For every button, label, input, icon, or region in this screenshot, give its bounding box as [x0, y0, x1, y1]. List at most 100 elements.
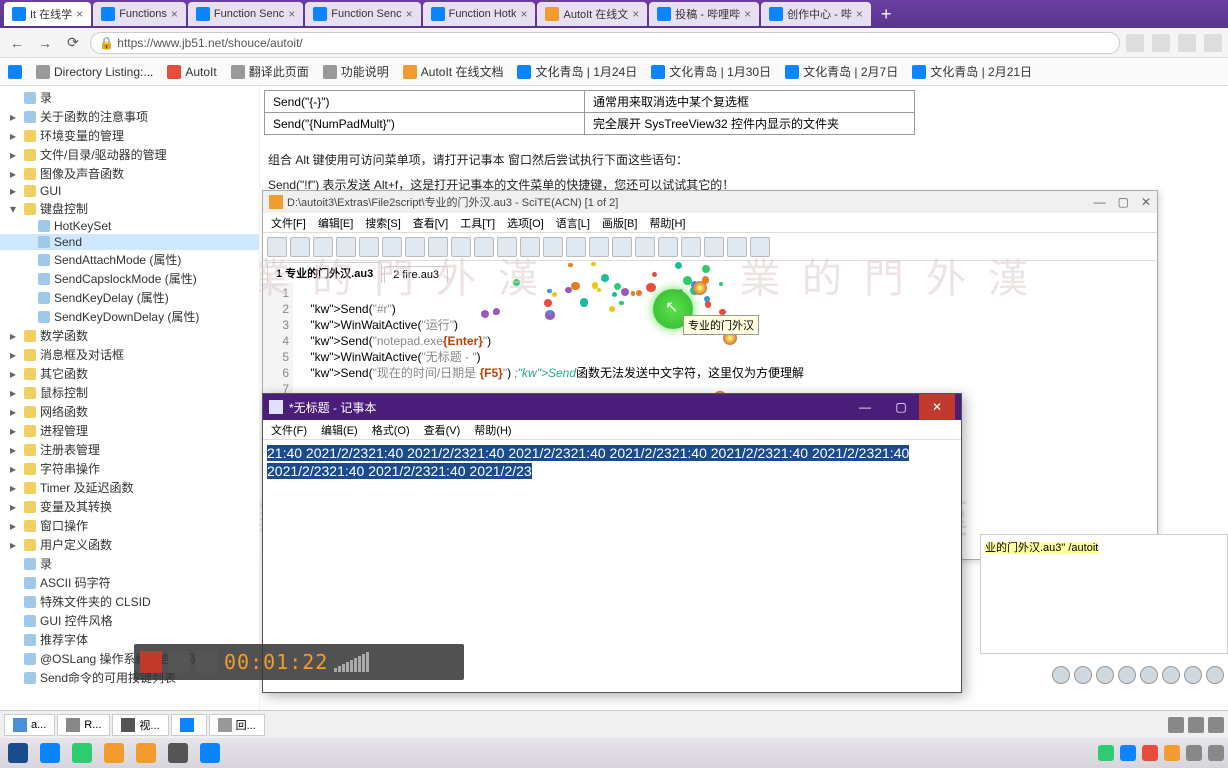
- minimize-button[interactable]: —: [847, 394, 883, 420]
- status-icon[interactable]: [1162, 666, 1180, 684]
- tree-item[interactable]: ▸变量及其转换: [0, 497, 259, 516]
- toolbar-button[interactable]: [267, 237, 287, 257]
- task-item[interactable]: [36, 741, 64, 765]
- toolbar-button[interactable]: [727, 237, 747, 257]
- toolbar-button[interactable]: [359, 237, 379, 257]
- tree-item[interactable]: 录: [0, 88, 259, 107]
- tray-network-icon[interactable]: [1186, 745, 1202, 761]
- menu-item[interactable]: 编辑(E): [321, 422, 358, 438]
- expand-icon[interactable]: ▸: [10, 148, 20, 162]
- expand-icon[interactable]: ▸: [10, 110, 20, 124]
- bookmark-apps[interactable]: [8, 65, 22, 79]
- status-icon[interactable]: [1140, 666, 1158, 684]
- tree-item[interactable]: ▸其它函数: [0, 364, 259, 383]
- expand-icon[interactable]: ▸: [10, 167, 20, 181]
- close-tab-icon[interactable]: ×: [406, 7, 413, 21]
- tree-item[interactable]: ▸注册表管理: [0, 440, 259, 459]
- menu-item[interactable]: 文件[F]: [271, 215, 306, 231]
- task-item[interactable]: [196, 741, 224, 765]
- bookmark-item[interactable]: Directory Listing:...: [36, 63, 153, 80]
- menu-item[interactable]: 选项[O]: [507, 215, 544, 231]
- tree-item[interactable]: ▸字符串操作: [0, 459, 259, 478]
- screen-recorder-bar[interactable]: 00:01:22: [134, 644, 464, 680]
- tree-item[interactable]: Send: [0, 234, 259, 250]
- browser-tab[interactable]: Functions×: [93, 2, 186, 26]
- expand-icon[interactable]: ▸: [10, 329, 20, 343]
- status-icon[interactable]: [1096, 666, 1114, 684]
- toolbar-button[interactable]: [428, 237, 448, 257]
- back-button[interactable]: ←: [6, 32, 28, 54]
- toolbar-button[interactable]: [681, 237, 701, 257]
- tree-item[interactable]: 特殊文件夹的 CLSID: [0, 592, 259, 611]
- tree-item[interactable]: ▸消息框及对话框: [0, 345, 259, 364]
- taskbar-item[interactable]: [171, 714, 207, 736]
- status-icon[interactable]: [1074, 666, 1092, 684]
- extension-icon[interactable]: [1178, 34, 1196, 52]
- browser-tab[interactable]: Function Hotk×: [423, 2, 536, 26]
- toolbar-button[interactable]: [313, 237, 333, 257]
- close-button[interactable]: ✕: [919, 394, 955, 420]
- maximize-button[interactable]: ▢: [883, 394, 919, 420]
- bookmark-item[interactable]: AutoIt: [167, 63, 216, 80]
- minimize-button[interactable]: —: [1094, 195, 1106, 209]
- tray-icon[interactable]: [1188, 717, 1204, 733]
- tree-item[interactable]: ▸窗口操作: [0, 516, 259, 535]
- toolbar-button[interactable]: [635, 237, 655, 257]
- toolbar-button[interactable]: [336, 237, 356, 257]
- tree-item[interactable]: ▸网络函数: [0, 402, 259, 421]
- toolbar-button[interactable]: [704, 237, 724, 257]
- toolbar-button[interactable]: [451, 237, 471, 257]
- menu-item[interactable]: 查看(V): [424, 422, 461, 438]
- taskbar-item[interactable]: a...: [4, 714, 55, 736]
- tree-item[interactable]: ▸Timer 及延迟函数: [0, 478, 259, 497]
- browser-tab[interactable]: AutoIt 在线文×: [537, 2, 647, 26]
- bookmark-item[interactable]: 翻译此页面: [231, 63, 309, 80]
- bookmark-item[interactable]: 文化青岛 | 2月7日: [785, 63, 898, 80]
- toolbar-button[interactable]: [405, 237, 425, 257]
- bookmark-item[interactable]: AutoIt 在线文档: [403, 63, 504, 80]
- expand-icon[interactable]: ▸: [10, 443, 20, 457]
- toolbar-button[interactable]: [497, 237, 517, 257]
- tree-item[interactable]: ▸进程管理: [0, 421, 259, 440]
- maximize-button[interactable]: ▢: [1118, 195, 1129, 209]
- taskbar-item[interactable]: R...: [57, 714, 110, 736]
- toolbar-button[interactable]: [474, 237, 494, 257]
- star-icon[interactable]: [1126, 34, 1144, 52]
- tree-item[interactable]: SendKeyDelay (属性): [0, 288, 259, 307]
- tree-item[interactable]: ▾键盘控制: [0, 199, 259, 218]
- tree-item[interactable]: SendCapslockMode (属性): [0, 269, 259, 288]
- reload-button[interactable]: ⟳: [62, 32, 84, 54]
- expand-icon[interactable]: ▸: [10, 405, 20, 419]
- close-tab-icon[interactable]: ×: [520, 7, 527, 21]
- scite-output-pane[interactable]: 业的门外汉.au3" /autoit: [980, 534, 1228, 654]
- browser-tab[interactable]: 创作中心 - 哔×: [761, 2, 871, 26]
- menu-item[interactable]: 帮助(H): [474, 422, 511, 438]
- tray-volume-icon[interactable]: [1208, 745, 1224, 761]
- tree-item[interactable]: ▸鼠标控制: [0, 383, 259, 402]
- pause-record-button[interactable]: [168, 651, 190, 673]
- tray-icon[interactable]: [1142, 745, 1158, 761]
- toolbar-button[interactable]: [658, 237, 678, 257]
- task-item[interactable]: [132, 741, 160, 765]
- notepad-titlebar[interactable]: *无标题 - 记事本 — ▢ ✕: [263, 394, 961, 420]
- file-tab[interactable]: 1 专业的门外汉.au3: [267, 262, 382, 283]
- status-icon[interactable]: [1184, 666, 1202, 684]
- tree-item[interactable]: ▸环境变量的管理: [0, 126, 259, 145]
- translate-icon[interactable]: [1152, 34, 1170, 52]
- expand-icon[interactable]: ▸: [10, 500, 20, 514]
- toolbar-button[interactable]: [543, 237, 563, 257]
- scite-menubar[interactable]: 文件[F]编辑[E]搜索[S]查看[V]工具[T]选项[O]语言[L]画版[B]…: [263, 213, 1157, 233]
- menu-item[interactable]: 编辑[E]: [318, 215, 353, 231]
- forward-button[interactable]: →: [34, 32, 56, 54]
- toolbar-button[interactable]: [290, 237, 310, 257]
- tray-icon[interactable]: [1098, 745, 1114, 761]
- tray-ime-icon[interactable]: [1120, 745, 1136, 761]
- task-item[interactable]: [68, 741, 96, 765]
- menu-item[interactable]: 工具[T]: [460, 215, 495, 231]
- notepad-menubar[interactable]: 文件(F)编辑(E)格式(O)查看(V)帮助(H): [263, 420, 961, 440]
- menu-item[interactable]: 帮助[H]: [649, 215, 685, 231]
- tree-item[interactable]: ▸数学函数: [0, 326, 259, 345]
- toolbar-button[interactable]: [520, 237, 540, 257]
- browser-tab[interactable]: 投稿 - 哔哩哔×: [649, 2, 759, 26]
- tree-item[interactable]: ▸GUI: [0, 183, 259, 199]
